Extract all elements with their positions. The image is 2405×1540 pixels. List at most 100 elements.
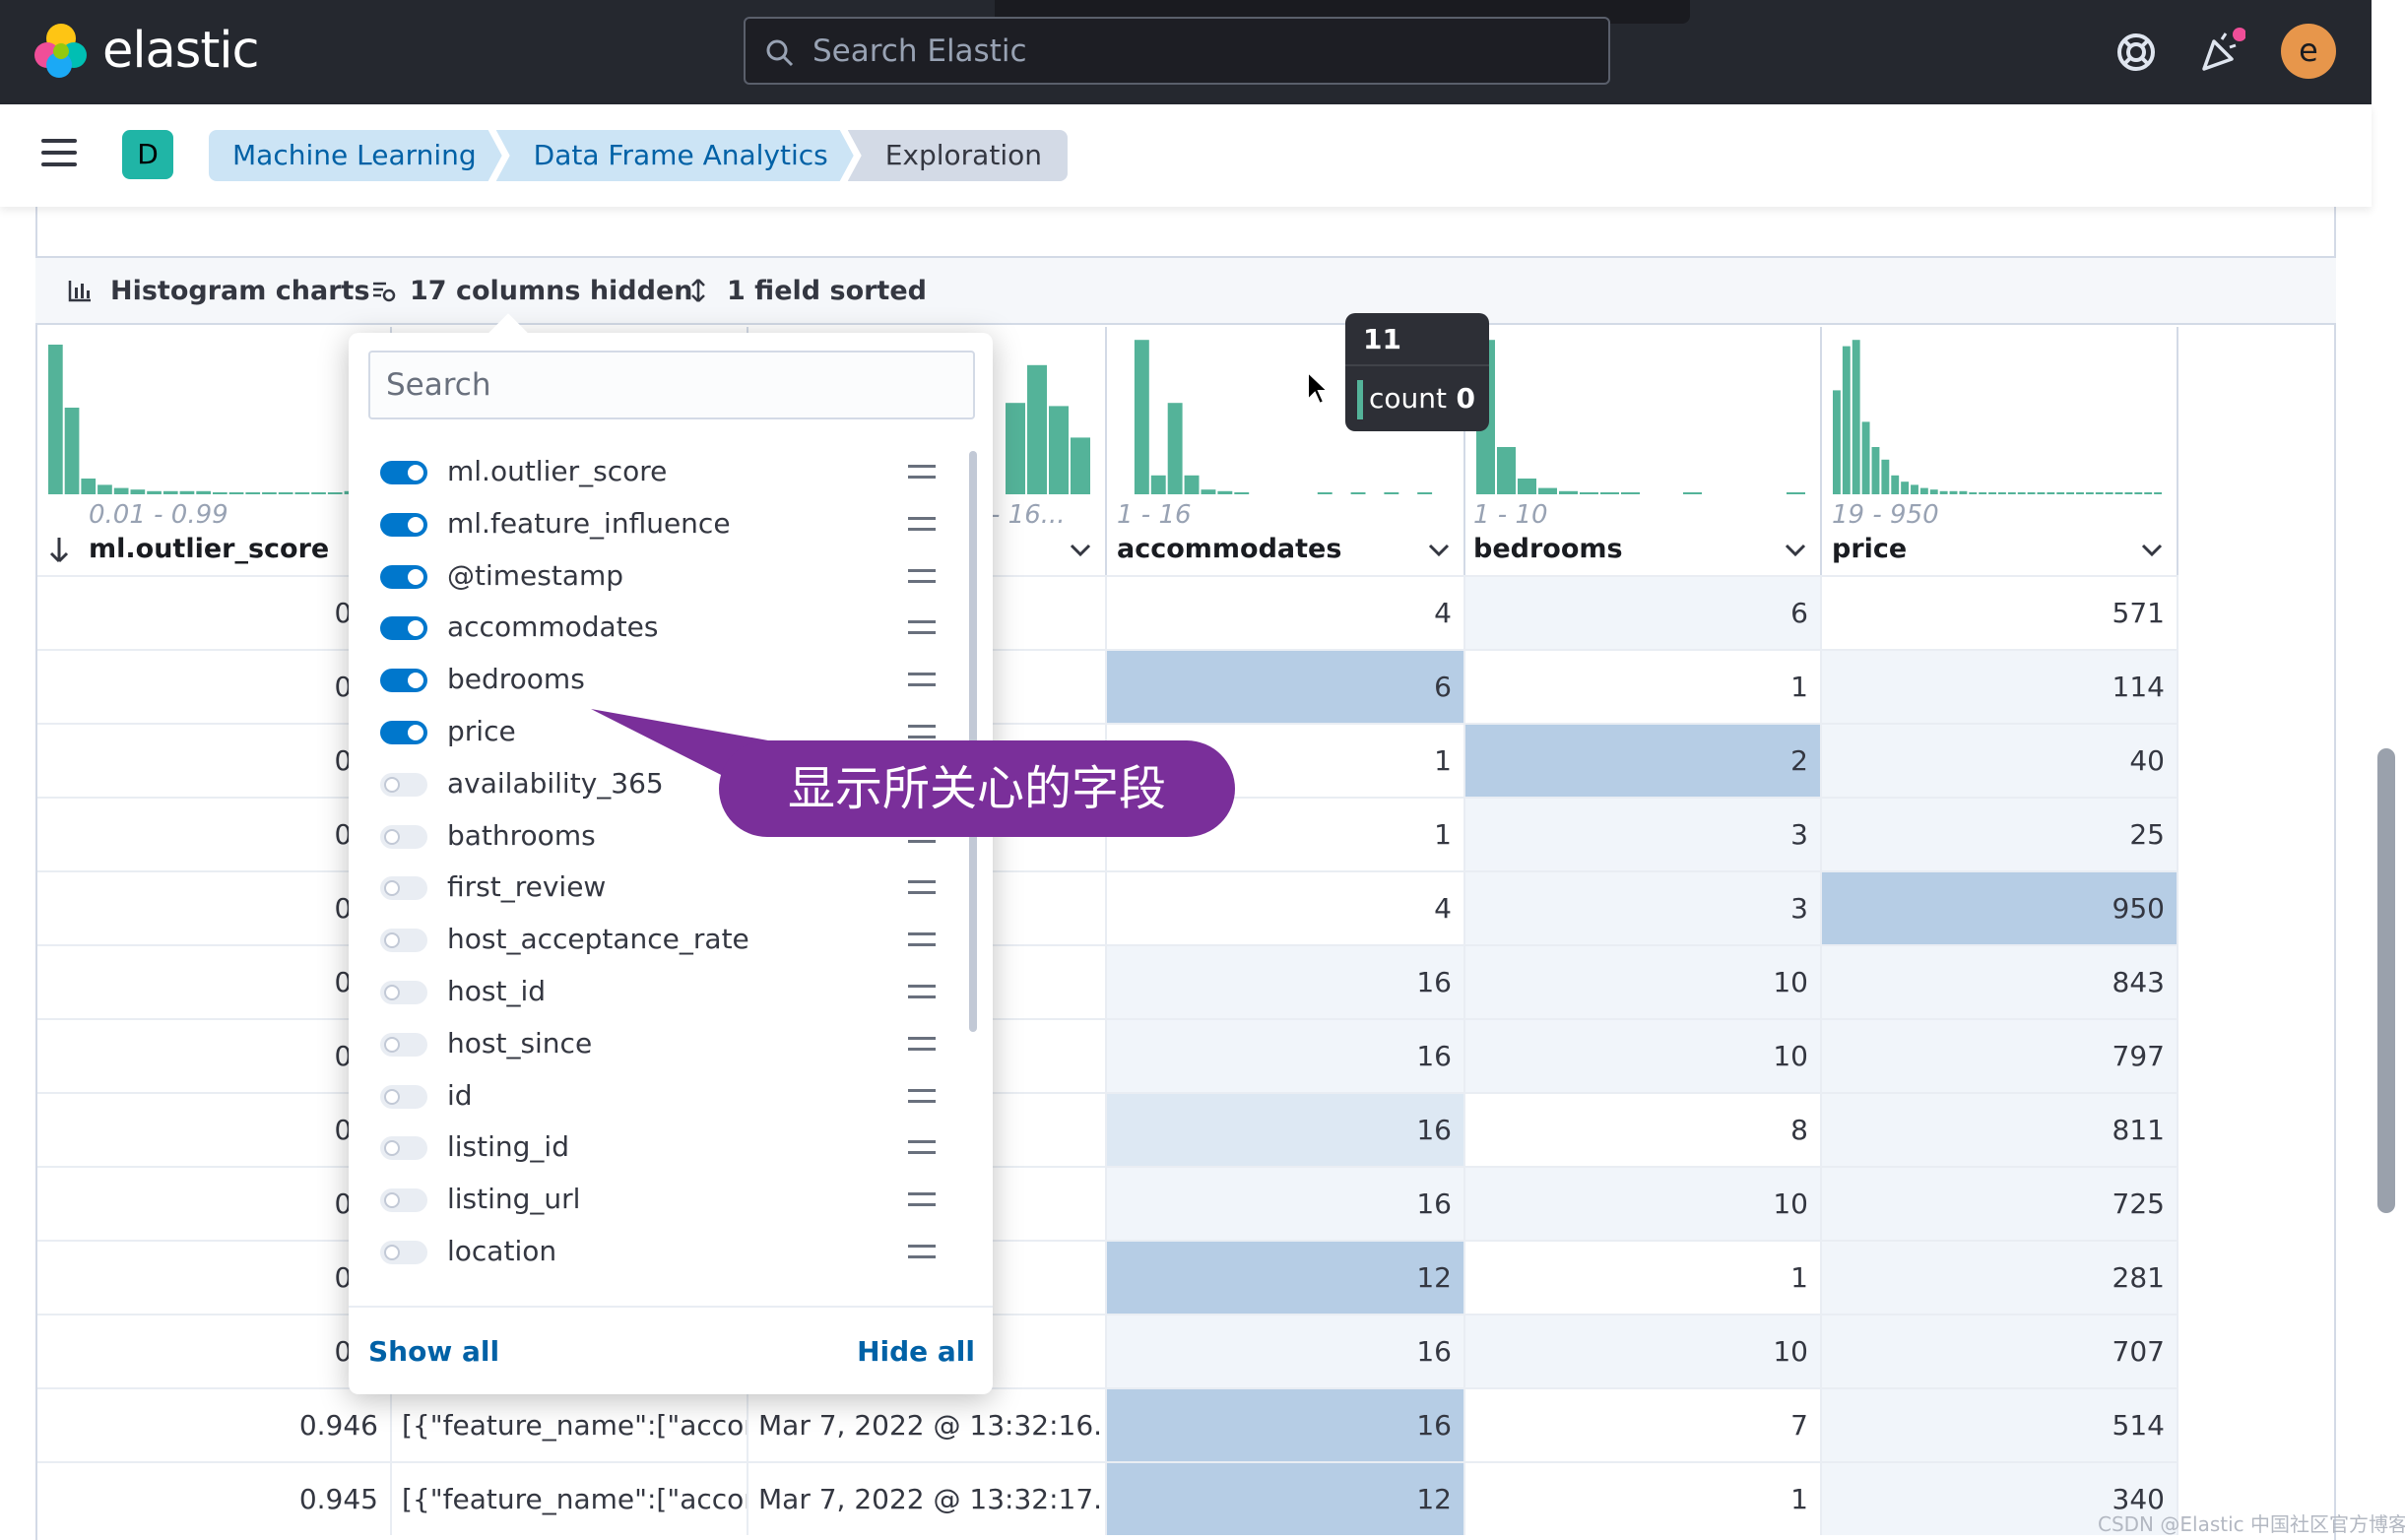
histogram-bar[interactable] [1384, 492, 1399, 494]
cell-score[interactable]: 0.945 [37, 1463, 392, 1535]
histogram-bar[interactable] [1134, 340, 1149, 494]
cell-bedrooms[interactable]: 10 [1465, 1315, 1822, 1387]
cell-accommodates[interactable]: 16 [1107, 946, 1465, 1018]
histogram-bar[interactable] [1881, 459, 1890, 494]
cell-bedrooms[interactable]: 1 [1465, 1463, 1822, 1535]
cell-accommodates[interactable]: 16 [1107, 1020, 1465, 1092]
histogram-bar[interactable] [1150, 475, 1166, 494]
cell-bedrooms[interactable]: 1 [1465, 1242, 1822, 1314]
breadcrumb-data-frame-analytics[interactable]: Data Frame Analytics [496, 130, 854, 181]
histogram-bar[interactable] [1929, 489, 1938, 494]
histogram-bar[interactable] [1167, 403, 1183, 494]
menu-icon[interactable] [41, 139, 77, 170]
histogram-bar[interactable] [1979, 492, 1987, 494]
visibility-toggle[interactable] [380, 1136, 427, 1161]
cell-price[interactable]: 281 [1822, 1242, 2178, 1314]
cell-price[interactable]: 843 [1822, 946, 2178, 1018]
cell-accommodates[interactable]: 16 [1107, 1389, 1465, 1461]
histogram-bar[interactable] [2105, 492, 2113, 494]
drag-handle-icon[interactable] [908, 880, 936, 895]
histogram-bar[interactable] [262, 492, 277, 494]
visibility-toggle[interactable] [380, 461, 427, 484]
cell-bedrooms[interactable]: 8 [1465, 1094, 1822, 1166]
visibility-toggle[interactable] [380, 669, 427, 693]
histogram-bar[interactable] [1580, 492, 1598, 494]
drag-handle-icon[interactable] [908, 568, 936, 583]
cell-price[interactable]: 707 [1822, 1315, 2178, 1387]
histogram-bar[interactable] [1852, 340, 1860, 494]
histogram-bar[interactable] [113, 487, 129, 494]
page-scrollbar[interactable] [2377, 748, 2395, 1213]
cell-influence[interactable]: [{"feature_name":["accom... [392, 1463, 748, 1535]
histogram-bar[interactable] [2007, 492, 2016, 494]
histogram-bar[interactable] [2144, 492, 2153, 494]
user-avatar[interactable]: e [2281, 24, 2336, 79]
histogram-bar[interactable] [162, 490, 178, 494]
histogram-bar[interactable] [2056, 492, 2065, 494]
histogram-bar[interactable] [1998, 492, 2006, 494]
histogram-bar[interactable] [64, 408, 80, 494]
breadcrumb-machine-learning[interactable]: Machine Learning [209, 130, 502, 181]
column-search-input[interactable] [368, 351, 975, 419]
histogram-bar[interactable] [1559, 490, 1578, 494]
cell-bedrooms[interactable]: 10 [1465, 1168, 1822, 1240]
chevron-down-icon[interactable] [1428, 544, 1450, 557]
sort-fields-button[interactable]: 1 field sorted [691, 276, 927, 306]
cell-accommodates[interactable]: 16 [1107, 1168, 1465, 1240]
cell-price[interactable]: 797 [1822, 1020, 2178, 1092]
histogram-bar[interactable] [245, 492, 261, 494]
histogram-bar[interactable] [81, 479, 97, 494]
histogram-bar[interactable] [2076, 492, 2084, 494]
global-search[interactable] [744, 17, 1610, 85]
cell-score[interactable]: 0.946 [37, 1389, 392, 1461]
cell-bedrooms[interactable]: 2 [1465, 725, 1822, 797]
histogram-bar[interactable] [213, 492, 228, 494]
chevron-down-icon[interactable] [2141, 544, 2163, 557]
histogram-bar[interactable] [278, 492, 293, 494]
histogram-bar[interactable] [1891, 475, 1900, 494]
cell-score[interactable]: 0.9 [37, 946, 392, 1018]
cell-bedrooms[interactable]: 6 [1465, 577, 1822, 649]
cell-bedrooms[interactable]: 7 [1465, 1389, 1822, 1461]
column-header-price[interactable]: 19 - 950 price [1822, 327, 2178, 577]
cell-price[interactable]: 514 [1822, 1389, 2178, 1461]
cell-score[interactable]: 0.9 [37, 577, 392, 649]
histogram-bar[interactable] [2134, 492, 2143, 494]
drag-handle-icon[interactable] [908, 1192, 936, 1207]
visibility-toggle[interactable] [380, 772, 427, 797]
histogram-bar[interactable] [1787, 492, 1805, 494]
histogram-bar[interactable] [1842, 346, 1851, 494]
histogram-bar[interactable] [228, 492, 244, 494]
histogram-bar[interactable] [2114, 492, 2123, 494]
cell-accommodates[interactable]: 6 [1107, 651, 1465, 723]
elastic-logo-icon[interactable] [32, 22, 91, 79]
cell-score[interactable]: 0.9 [37, 725, 392, 797]
histogram-bar[interactable] [2017, 492, 2026, 494]
histogram-bar[interactable] [1217, 490, 1233, 494]
histogram-bar[interactable] [1959, 490, 1968, 494]
visibility-toggle[interactable] [380, 929, 427, 953]
histogram-bar[interactable] [1969, 492, 1978, 494]
cell-bedrooms[interactable]: 1 [1465, 651, 1822, 723]
cell-price[interactable]: 40 [1822, 725, 2178, 797]
visibility-toggle[interactable] [380, 564, 427, 589]
cell-accommodates[interactable]: 4 [1107, 872, 1465, 944]
histogram-bar[interactable] [1538, 487, 1557, 494]
cell-timestamp[interactable]: Mar 7, 2022 @ 13:32:16.... [748, 1389, 1107, 1461]
cell-bedrooms[interactable]: 3 [1465, 799, 1822, 870]
cell-timestamp[interactable]: Mar 7, 2022 @ 13:32:17.... [748, 1463, 1107, 1535]
histogram-bar[interactable] [1833, 390, 1841, 494]
histogram-bar[interactable] [1911, 484, 1918, 494]
histogram-bar[interactable] [1861, 421, 1870, 494]
visibility-toggle[interactable] [380, 1188, 427, 1213]
histogram-bar[interactable] [1417, 492, 1433, 494]
histogram-bar[interactable] [1518, 479, 1536, 494]
histogram-bar[interactable] [2154, 492, 2162, 494]
drag-handle-icon[interactable] [908, 1140, 936, 1155]
histogram-bar[interactable] [294, 492, 310, 494]
column-header-bedrooms[interactable]: 1 - 10 bedrooms [1465, 327, 1822, 577]
cell-accommodates[interactable]: 12 [1107, 1242, 1465, 1314]
cell-bedrooms[interactable]: 10 [1465, 1020, 1822, 1092]
histogram-bar[interactable] [2066, 492, 2075, 494]
histogram-bar[interactable] [2027, 492, 2036, 494]
